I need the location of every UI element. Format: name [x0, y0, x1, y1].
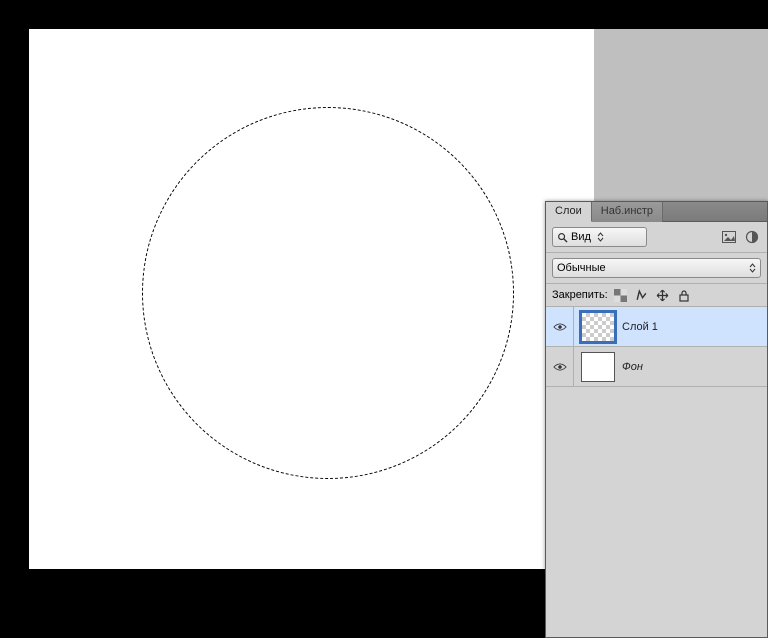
selection-marquee-circle [142, 107, 514, 479]
lock-label: Закрепить: [552, 289, 608, 301]
layer-thumbnail[interactable] [581, 352, 615, 382]
visibility-toggle[interactable] [546, 347, 574, 386]
layers-list: Слой 1 Фон [546, 307, 767, 637]
eye-icon [553, 362, 567, 372]
lock-row: Закрепить: [546, 284, 767, 307]
layer-row-background[interactable]: Фон [546, 347, 767, 387]
layer-name[interactable]: Фон [622, 361, 643, 373]
visibility-toggle[interactable] [546, 307, 574, 346]
layer-filter-dropdown[interactable]: Вид [552, 227, 647, 247]
tab-layers[interactable]: Слои [546, 202, 592, 222]
layer-thumbnail[interactable] [581, 312, 615, 342]
blend-mode-dropdown[interactable]: Обычные [552, 258, 761, 278]
caret-icon [597, 232, 604, 242]
filter-label: Вид [571, 231, 591, 243]
canvas-area[interactable] [29, 29, 594, 569]
eye-icon [553, 322, 567, 332]
layers-empty-area [546, 387, 767, 637]
layer-row-1[interactable]: Слой 1 [546, 307, 767, 347]
filter-row: Вид [546, 222, 767, 253]
lock-position-icon[interactable] [656, 288, 670, 302]
layers-panel: Слои Наб.инстр Вид Обычные Закр [545, 201, 768, 638]
tab-tool-presets[interactable]: Наб.инстр [592, 202, 663, 222]
filter-adjustment-icon[interactable] [743, 228, 761, 246]
search-icon [557, 232, 568, 243]
filter-image-icon[interactable] [720, 228, 738, 246]
lock-all-icon[interactable] [677, 288, 691, 302]
lock-transparency-icon[interactable] [614, 288, 628, 302]
blend-mode-label: Обычные [557, 262, 606, 274]
caret-icon [749, 263, 756, 273]
layer-name[interactable]: Слой 1 [622, 321, 658, 333]
blend-row: Обычные [546, 253, 767, 284]
lock-icons [614, 288, 691, 302]
lock-pixels-icon[interactable] [635, 288, 649, 302]
panel-tabs: Слои Наб.инстр [546, 202, 767, 222]
